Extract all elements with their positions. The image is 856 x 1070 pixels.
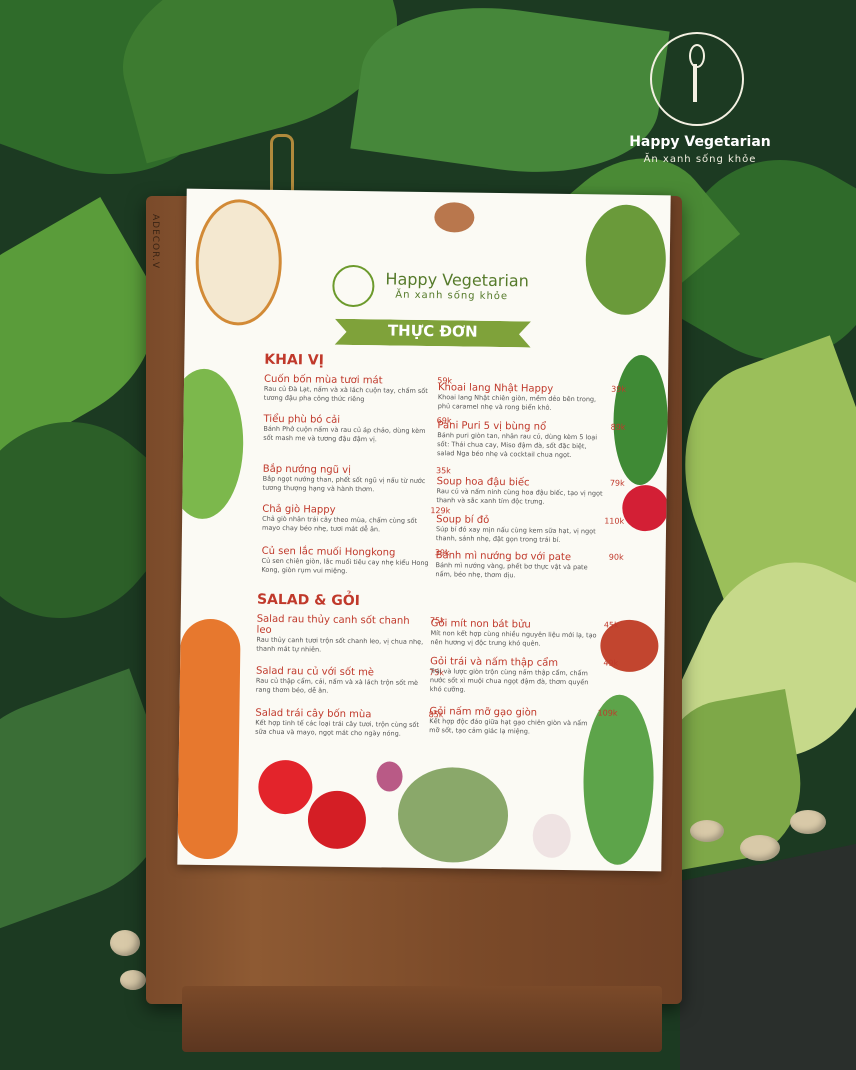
brand-name: Happy Vegetarian <box>629 134 771 150</box>
menu-item-desc: Trái và lược giòn trộn cùng nấm thập cẩm… <box>429 667 589 694</box>
menu-item: Gỏi nấm mỡ gạo giòn 109k Kết hợp độc đáo… <box>429 706 617 737</box>
menu-item: Salad trái cây bốn mùa 85k Kết hợp tinh … <box>255 708 443 739</box>
pebble <box>120 970 146 990</box>
tree-icon <box>693 64 697 102</box>
section-title: KHAI VỊ <box>264 351 324 369</box>
menu-paper: Happy Vegetarian Ăn xanh sống khỏe THỰC … <box>177 188 671 872</box>
menu-item: Chả giò Happy 129k Chả giò nhân trái cây… <box>261 504 450 535</box>
menu-item-price: 35k <box>435 466 451 476</box>
menu-item-desc: Củ sen chiên giòn, lắc muối tiêu cay nhẹ… <box>261 556 429 575</box>
chard-illustration <box>612 354 669 486</box>
mushroom-illustration <box>434 202 475 233</box>
menu-item-price: 110k <box>604 516 625 526</box>
menu-item-price: 79k <box>609 478 625 488</box>
menu-item-desc: Khoai lang Nhật chiên giòn, mềm dẻo bên … <box>437 393 597 412</box>
menu-item-price: 90k <box>608 552 624 562</box>
menu-item-desc: Kết hợp độc đáo giữa hạt gạo chiên giòn … <box>429 717 588 736</box>
menu-item-desc: Chả giò nhân trái cây theo mùa, chấm cùn… <box>261 514 418 534</box>
menu-item-name: Salad rau thủy canh sốt chanh leo <box>256 613 410 636</box>
menu-item: Gỏi mít non bát bửu 45k Mít non kết hợp … <box>430 618 618 649</box>
carrot-illustration <box>177 618 241 860</box>
menu-item: Salad rau củ với sốt mè 75k Rau củ thập … <box>255 666 444 697</box>
pebble <box>110 930 140 956</box>
board-stand <box>182 986 662 1052</box>
menu-item-desc: Rau củ Đà Lạt, nấm và xà lách cuộn tay, … <box>263 384 428 404</box>
menu-item: Bắp nướng ngũ vị 35k Bắp ngọt nướng than… <box>262 464 451 495</box>
photo-scene: ADECOR.V Happy Vegetarian Ăn xanh sống k… <box>0 0 856 1070</box>
spoon-icon <box>689 44 705 68</box>
menu-item: Tiểu phù bó cải 69k Bánh Phở cuộn nấm và… <box>263 414 451 445</box>
menu-item-price: 89k <box>610 422 626 432</box>
menu-item-desc: Bánh mì nướng vàng, phết bơ thực vật và … <box>435 561 588 580</box>
potato-illustration <box>194 198 283 326</box>
menu-logo-icon <box>332 264 375 308</box>
menu-tagline: Ăn xanh sống khỏe <box>395 289 509 303</box>
tomato-illustration <box>307 790 367 850</box>
brand-tagline: Ăn xanh sống khỏe <box>643 154 757 165</box>
menu-item-price: 39k <box>611 384 627 394</box>
onion-illustration <box>376 761 403 792</box>
menu-item-desc: Bánh puri giòn tan, nhân rau củ, dùng kè… <box>437 431 598 460</box>
garlic-illustration <box>532 813 572 859</box>
menu-item: Soup hoa đậu biếc 79k Rau củ và nấm ninh… <box>436 476 624 507</box>
menu-brand: Happy Vegetarian <box>385 269 529 291</box>
menu-item-desc: Mít non kết hợp cùng nhiều nguyên liệu m… <box>430 629 597 648</box>
menu-item-price: 45k <box>603 620 619 630</box>
tomato-illustration <box>258 759 313 815</box>
pebble <box>690 820 724 842</box>
menu-title: THỰC ĐƠN <box>387 321 478 341</box>
menu-item-desc: Bánh Phở cuộn nấm và rau củ áp chảo, dùn… <box>263 424 426 444</box>
menu-item-desc: Súp bí đỏ xay mịn nấu cùng kem sữa hạt, … <box>435 525 596 544</box>
cabbage-illustration <box>177 368 245 520</box>
menu-item: Gỏi trái và nấm thập cẩm 49k Trái và lượ… <box>429 656 618 696</box>
section-title: SALAD & GỎI <box>256 591 360 610</box>
menu-item: Soup bí đỏ 110k Súp bí đỏ xay mịn nấu cù… <box>435 514 624 545</box>
pebble <box>790 810 826 834</box>
menu-item: Pani Puri 5 vị bùng nổ 89k Bánh puri giò… <box>437 420 625 460</box>
artichoke-illustration <box>397 766 509 864</box>
menu-item-desc: Kết hợp tinh tế các loại trái cây tươi, … <box>255 718 420 738</box>
board-stamp: ADECOR.V <box>150 214 160 270</box>
avocado-illustration <box>585 204 667 316</box>
menu-item: Củ sen lắc muối Hongkong 39k Củ sen chiê… <box>261 546 449 577</box>
planter <box>680 838 856 1070</box>
menu-item-desc: Rau củ và nấm ninh cùng hoa đậu biếc, tạ… <box>436 487 603 506</box>
radish-illustration <box>622 484 669 532</box>
menu-item-desc: Rau củ thập cẩm, cải, nấm và xà lách trộ… <box>255 676 419 695</box>
menu-item: Salad rau thủy canh sốt chanh leo 75k Ra… <box>256 613 445 656</box>
menu-item: Cuốn bốn mùa tươi mát 59k Rau củ Đà Lạt,… <box>263 374 452 405</box>
menu-item-desc: Rau thủy canh tươi trộn sốt chanh leo, v… <box>256 635 424 654</box>
menu-item: Bánh mì nướng bơ với pate 90k Bánh mì nư… <box>435 550 623 581</box>
menu-item: Khoai lang Nhật Happy 39k Khoai lang Nhậ… <box>437 382 626 413</box>
pebble <box>740 835 780 861</box>
menu-item-price: 49k <box>603 658 619 668</box>
menu-item-price: 109k <box>597 708 618 718</box>
menu-item-desc: Bắp ngọt nướng than, phết sốt ngũ vị nấu… <box>262 474 426 494</box>
